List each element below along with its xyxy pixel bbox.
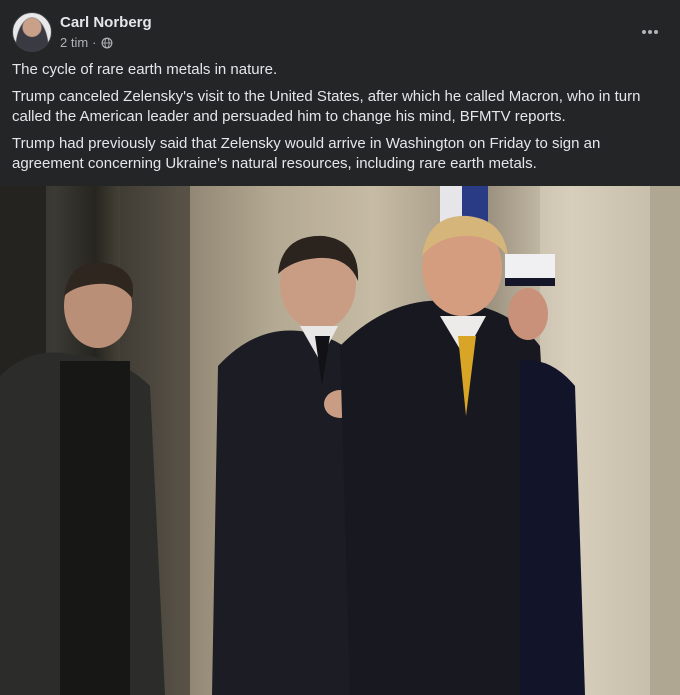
post-meta: 2 tim ·	[60, 35, 113, 50]
meta-separator: ·	[92, 35, 97, 50]
post-timestamp[interactable]: 2 tim	[60, 35, 88, 50]
post-card: Carl Norberg 2 tim · The cycle of rare e…	[0, 0, 680, 695]
author-avatar[interactable]	[12, 12, 52, 52]
post-text: The cycle of rare earth metals in nature…	[12, 60, 660, 181]
more-horizontal-icon	[642, 30, 658, 34]
post-photo[interactable]	[0, 186, 680, 695]
globe-icon[interactable]	[101, 37, 113, 49]
post-paragraph: Trump canceled Zelensky's visit to the U…	[12, 88, 641, 125]
post-paragraph: Trump had previously said that Zelensky …	[12, 135, 601, 172]
post-header: Carl Norberg 2 tim ·	[12, 12, 668, 52]
post-paragraph: The cycle of rare earth metals in nature…	[12, 61, 278, 78]
more-options-button[interactable]	[636, 18, 664, 46]
author-name[interactable]: Carl Norberg	[60, 14, 152, 31]
photo-illustration	[0, 186, 680, 695]
